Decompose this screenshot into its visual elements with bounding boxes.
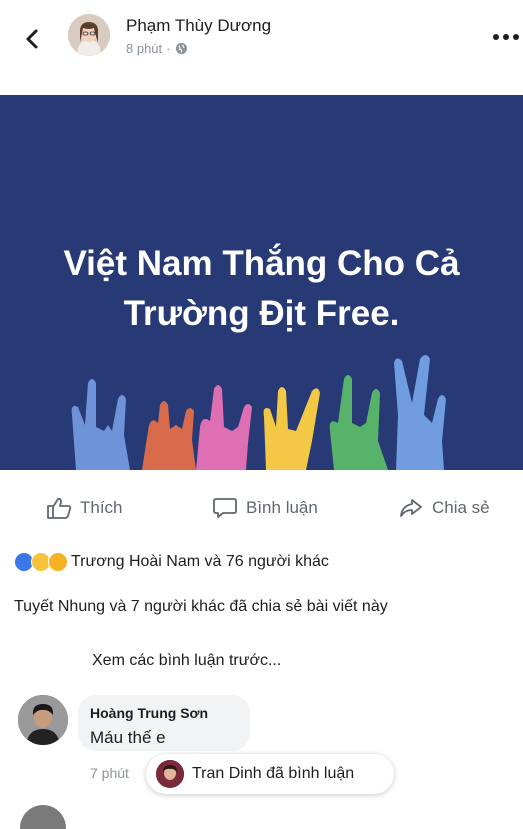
view-previous-comments-link[interactable]: Xem các bình luận trước...	[92, 652, 281, 670]
comment-label: Bình luận	[246, 498, 318, 517]
next-commenter-avatar	[20, 805, 66, 829]
toast-text: Tran Dinh đã bình luận	[192, 765, 355, 782]
post-image-line-2: Trường Địt Free.	[123, 294, 400, 333]
meta-separator: ·	[166, 41, 171, 56]
comment-icon	[213, 498, 237, 518]
post-header: Phạm Thùy Dương 8 phút ·	[0, 0, 523, 90]
thumbs-up-icon	[47, 497, 72, 519]
wow-icon	[48, 552, 68, 572]
like-button[interactable]: Thích	[46, 496, 123, 520]
rock-hands-illustration	[71, 355, 446, 470]
commenter-name[interactable]: Hoàng Trung Sơn	[90, 705, 208, 721]
more-options-icon[interactable]	[491, 32, 521, 42]
reaction-icons	[14, 552, 68, 572]
post-image-line-1: Việt Nam Thắng Cho Cả	[63, 244, 460, 283]
toast-avatar	[156, 760, 184, 788]
post-time[interactable]: 8 phút	[126, 41, 162, 56]
comment-text: Máu thế e	[90, 728, 166, 747]
reactions-text: Trương Hoài Nam và 76 người khác	[71, 553, 329, 570]
new-comment-toast[interactable]: Tran Dinh đã bình luận	[146, 754, 394, 794]
share-icon	[400, 499, 422, 517]
post-meta: 8 phút ·	[126, 41, 188, 56]
post-actions: Thích Bình luận Chia sẻ	[0, 490, 523, 530]
comment-bubble[interactable]: Hoàng Trung Sơn Máu thế e	[78, 695, 250, 751]
share-button[interactable]: Chia sẻ	[398, 496, 490, 520]
globe-icon	[175, 42, 187, 55]
like-label: Thích	[80, 498, 123, 517]
back-arrow-icon[interactable]	[18, 24, 48, 54]
comment-button[interactable]: Bình luận	[212, 496, 318, 520]
share-label: Chia sẻ	[432, 498, 490, 517]
post-image[interactable]: Việt Nam Thắng Cho Cả Trường Địt Free.	[0, 95, 523, 470]
shares-summary[interactable]: Tuyết Nhung và 7 người khác đã chia sẻ b…	[14, 598, 388, 616]
author-name[interactable]: Phạm Thùy Dương	[126, 16, 271, 36]
author-avatar[interactable]	[68, 14, 110, 56]
reactions-summary[interactable]: Trương Hoài Nam và 76 người khác	[14, 552, 329, 572]
commenter-avatar[interactable]	[18, 695, 68, 745]
post-image-text: Việt Nam Thắng Cho Cả Trường Địt Free.	[0, 239, 523, 339]
comment-time: 7 phút	[90, 765, 129, 781]
